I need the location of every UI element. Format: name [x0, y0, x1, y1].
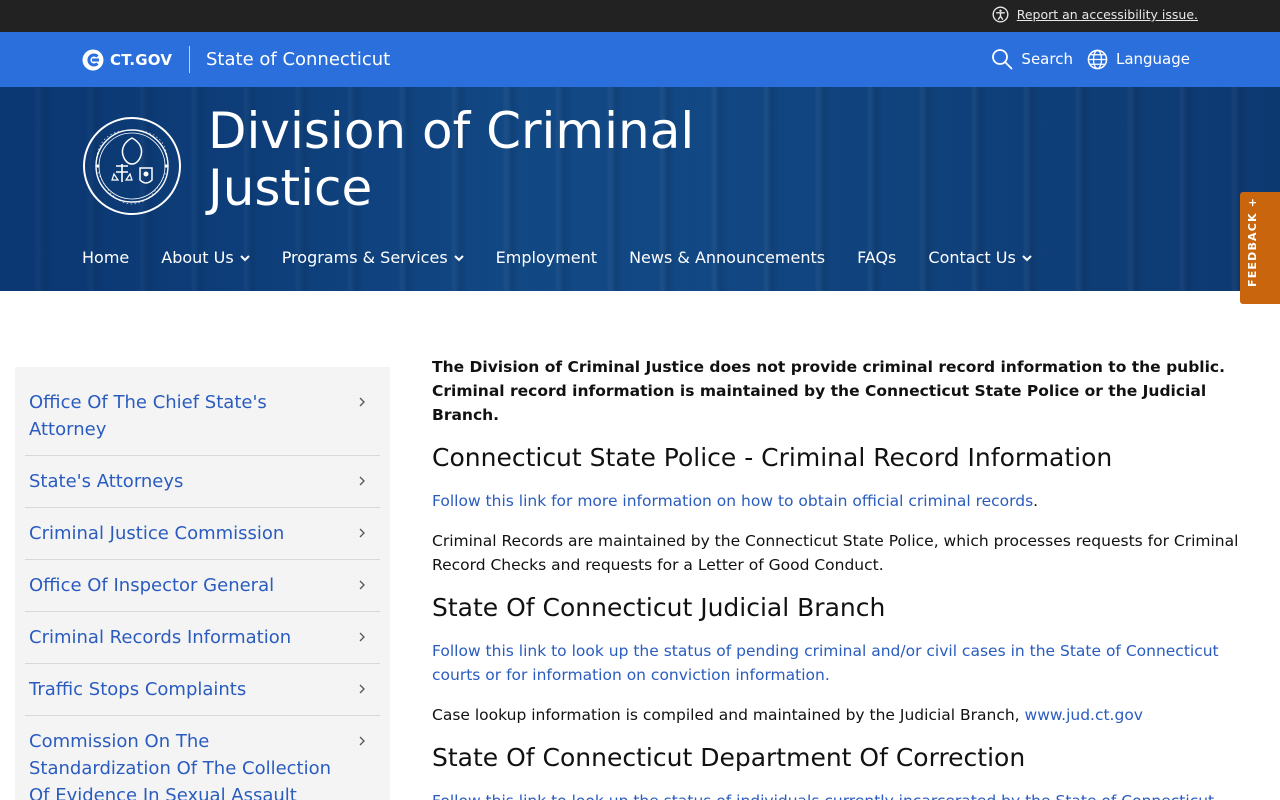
accessibility-bar: Report an accessibility issue.	[0, 0, 1280, 32]
nav-about-us-label: About Us	[161, 248, 234, 267]
criminal-records-link[interactable]: Follow this link for more information on…	[432, 492, 1033, 510]
sidebar-item-traffic-stops-complaints[interactable]: Traffic Stops Complaints	[25, 664, 380, 716]
nav-faqs[interactable]: FAQs	[857, 248, 896, 267]
search-label: Search	[1021, 50, 1073, 68]
nav-news-announcements-label: News & Announcements	[629, 248, 826, 267]
section-heading-judicial-branch: State Of Connecticut Judicial Branch	[432, 593, 886, 622]
main-navigation: Home About Us Programs & Services Employ…	[82, 248, 1064, 267]
section-link-paragraph: Follow this link to look up the status o…	[432, 639, 1242, 687]
nav-news-announcements[interactable]: News & Announcements	[629, 248, 825, 267]
site-title[interactable]: Division of Criminal Justice	[208, 103, 728, 217]
nav-employment-label: Employment	[495, 248, 598, 267]
sidebar-item-chief-states-attorney[interactable]: Office Of The Chief State's Attorney	[25, 377, 380, 456]
hero-banner: Division of Criminal Justice Home About …	[0, 87, 1280, 291]
chevron-right-icon	[359, 397, 365, 407]
chevron-down-icon	[239, 254, 250, 261]
chevron-right-icon	[359, 476, 365, 486]
ct-gov-logo-icon	[82, 49, 104, 71]
nav-contact-us[interactable]: Contact Us	[928, 248, 1032, 267]
language-label: Language	[1115, 50, 1190, 68]
chevron-right-icon	[359, 580, 365, 590]
nav-about-us[interactable]: About Us	[161, 248, 250, 267]
link-suffix: .	[1033, 492, 1039, 510]
main-content: The Division of Criminal Justice does no…	[432, 355, 1242, 800]
search-button[interactable]: Search	[991, 48, 1073, 70]
section-body-judicial-branch: Case lookup information is compiled and …	[432, 703, 1242, 727]
nav-contact-us-label: Contact Us	[928, 248, 1016, 267]
section-link-paragraph: Follow this link to look up the status o…	[432, 789, 1242, 800]
chevron-right-icon	[359, 684, 365, 694]
nav-faqs-label: FAQs	[857, 248, 897, 267]
sidebar-item-label: Criminal Records Information	[29, 627, 292, 648]
globe-icon	[1087, 49, 1108, 69]
sidebar-item-label: Office Of The Chief State's Attorney	[29, 392, 267, 440]
feedback-tab[interactable]: FEEDBACK +	[1240, 192, 1280, 304]
section-heading-department-of-correction: State Of Connecticut Department Of Corre…	[432, 743, 1026, 772]
chevron-right-icon	[359, 632, 365, 642]
chevron-right-icon	[359, 736, 365, 746]
nav-home-label: Home	[82, 248, 130, 267]
chevron-down-icon	[453, 254, 464, 261]
ct-gov-logo[interactable]: CT.GOV	[82, 49, 172, 71]
accessibility-icon	[992, 6, 1009, 23]
sidebar-item-label: Office Of Inspector General	[29, 575, 275, 596]
jud-ct-gov-link[interactable]: www.jud.ct.gov	[1025, 706, 1143, 724]
sidebar-menu: Office Of The Chief State's Attorney Sta…	[15, 367, 390, 800]
ct-gov-logo-text: CT.GOV	[110, 51, 173, 69]
criminal-record-notice: The Division of Criminal Justice does no…	[432, 358, 1226, 424]
sidebar-item-label: Traffic Stops Complaints	[29, 679, 247, 700]
division-seal-icon[interactable]	[82, 116, 182, 216]
ct-gov-bar: CT.GOV State of Connecticut Search Langu…	[0, 32, 1280, 87]
nav-home[interactable]: Home	[82, 248, 129, 267]
accessibility-report[interactable]: Report an accessibility issue.	[992, 6, 1198, 23]
ct-bar-divider	[189, 46, 190, 73]
nav-employment[interactable]: Employment	[496, 248, 597, 267]
section-link-paragraph: Follow this link for more information on…	[432, 489, 1242, 513]
sidebar-item-evidence-commission[interactable]: Commission On The Standardization Of The…	[25, 716, 380, 800]
section-heading-state-police: Connecticut State Police - Criminal Reco…	[432, 443, 1113, 472]
sidebar-item-label: Commission On The Standardization Of The…	[29, 731, 332, 800]
nav-programs-services[interactable]: Programs & Services	[282, 248, 464, 267]
incarcerated-lookup-link[interactable]: Follow this link to look up the status o…	[432, 792, 1214, 800]
feedback-label: FEEDBACK +	[1246, 196, 1259, 287]
judicial-body-text: Case lookup information is compiled and …	[432, 706, 1025, 724]
sidebar-item-label: Criminal Justice Commission	[29, 523, 285, 544]
nav-programs-services-label: Programs & Services	[281, 248, 448, 267]
ct-bar-tools: Search Language	[991, 48, 1190, 70]
chevron-down-icon	[1022, 254, 1032, 261]
section-body-state-police: Criminal Records are maintained by the C…	[432, 532, 1239, 574]
sidebar-item-criminal-records-information[interactable]: Criminal Records Information	[25, 612, 380, 664]
language-button[interactable]: Language	[1087, 48, 1190, 70]
sidebar-item-criminal-justice-commission[interactable]: Criminal Justice Commission	[25, 508, 380, 560]
sidebar-item-inspector-general[interactable]: Office Of Inspector General	[25, 560, 380, 612]
chevron-right-icon	[359, 528, 365, 538]
search-icon	[992, 49, 1013, 70]
accessibility-report-link[interactable]: Report an accessibility issue.	[1017, 7, 1198, 22]
sidebar-item-label: State's Attorneys	[29, 471, 184, 492]
state-name-link[interactable]: State of Connecticut	[206, 49, 390, 70]
case-status-link[interactable]: Follow this link to look up the status o…	[432, 642, 1219, 684]
sidebar-item-states-attorneys[interactable]: State's Attorneys	[25, 456, 380, 508]
